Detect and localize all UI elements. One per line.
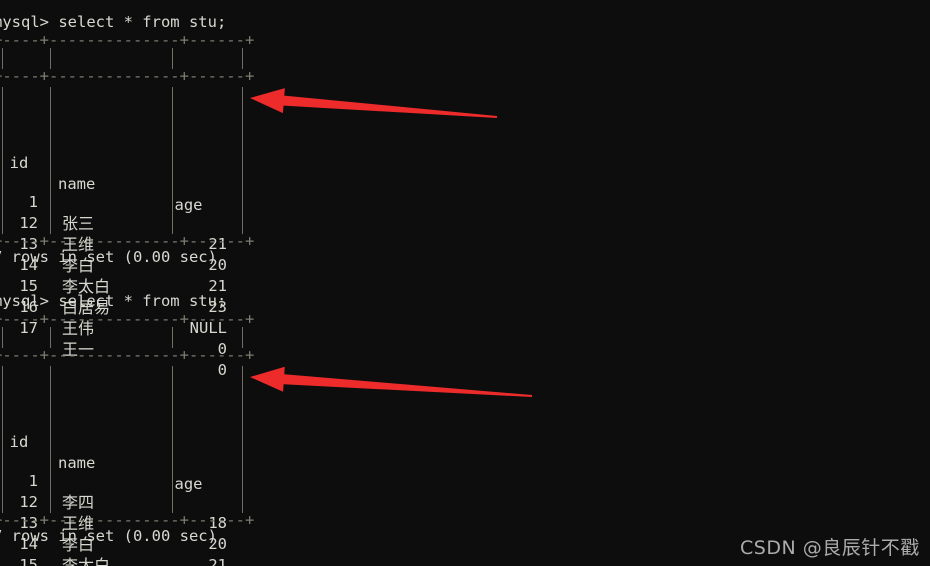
- annotation-arrow-layer: [250, 88, 533, 397]
- csdn-watermark: CSDN @良辰针不戳: [740, 537, 920, 559]
- terminal-screenshot: mysql> select * from stu; +----+--------…: [0, 0, 930, 566]
- arrow-first-row-table-1: [250, 88, 498, 118]
- arrow-first-row-table-2: [250, 366, 533, 397]
